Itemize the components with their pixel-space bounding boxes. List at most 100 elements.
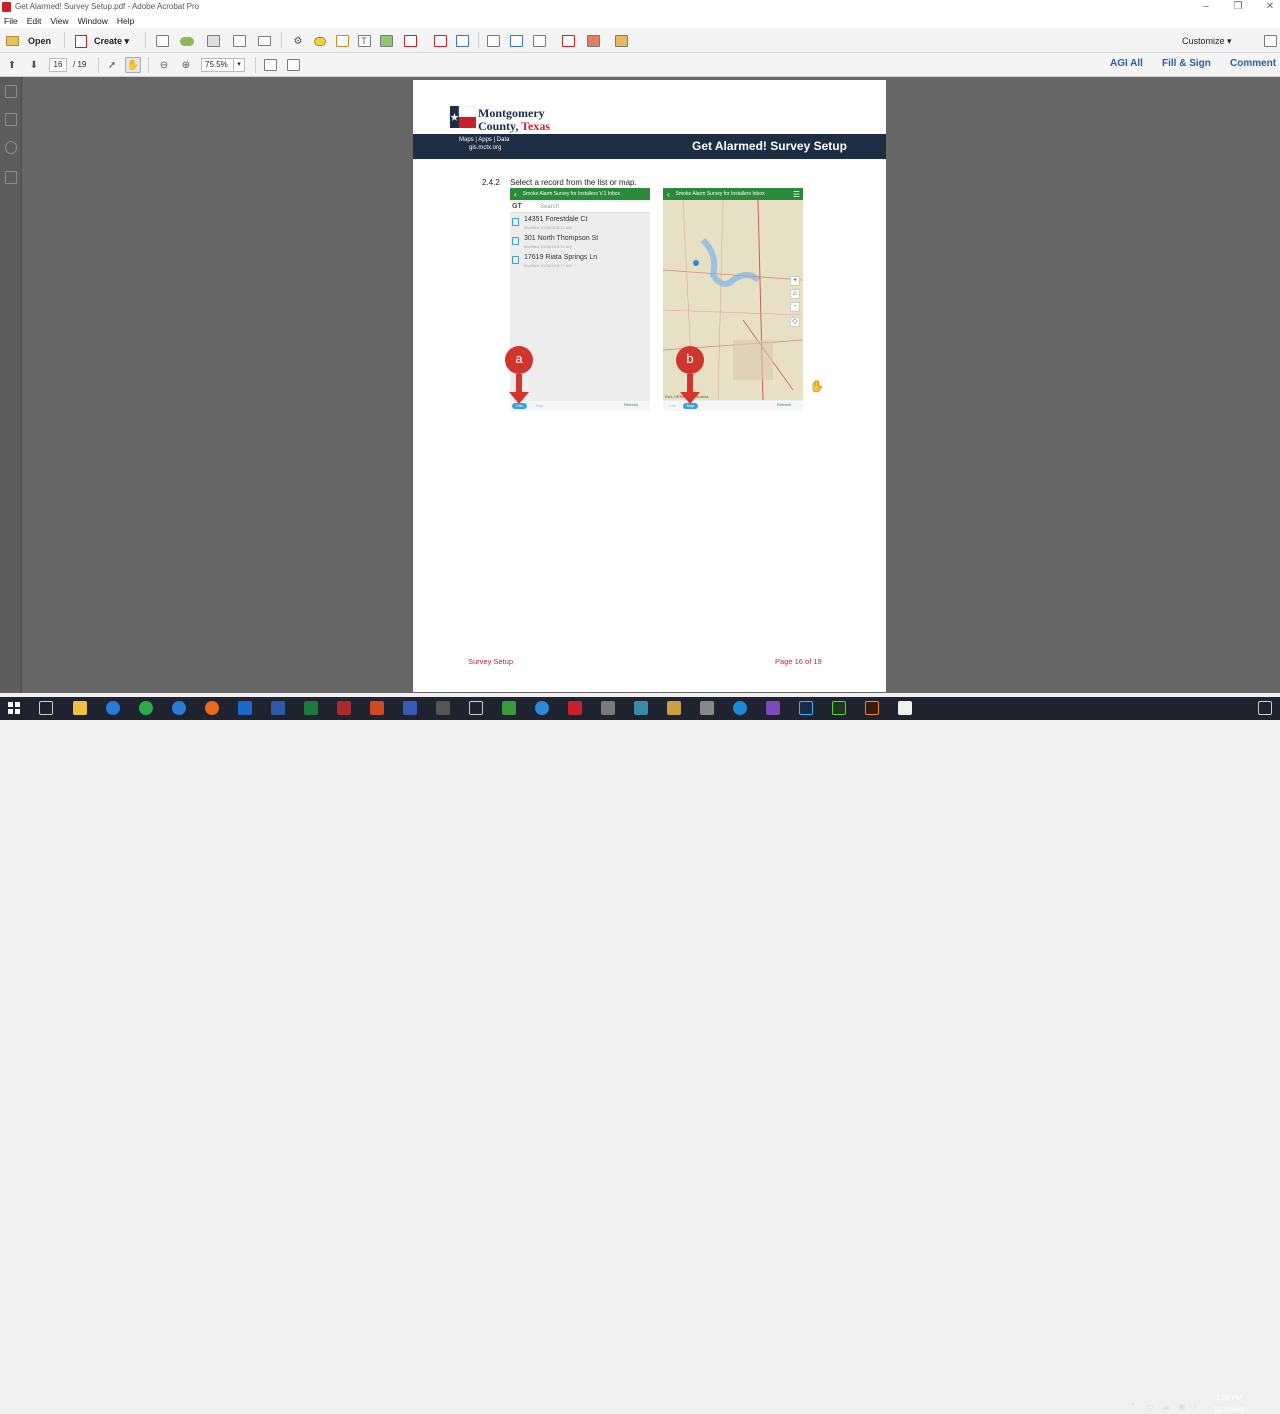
- combine-icon[interactable]: [432, 33, 448, 49]
- create-button[interactable]: Create ▾: [94, 36, 129, 47]
- filezilla-icon[interactable]: [568, 701, 582, 715]
- navigation-toolbar: ⬆ ⬇ 16 / 19 ➚ ✋ ⊖ ⊕ 75.5% ▾ AGI All Fill…: [0, 53, 1280, 77]
- zoom-dropdown-icon[interactable]: ▾: [233, 58, 245, 72]
- photoshop-icon[interactable]: [799, 701, 813, 715]
- expand-icon[interactable]: [1262, 33, 1278, 49]
- firefox-icon[interactable]: [205, 701, 219, 715]
- tools-icon[interactable]: [601, 701, 615, 715]
- file-explorer-icon[interactable]: [73, 701, 87, 715]
- record-icon: [512, 237, 519, 245]
- word-icon[interactable]: [271, 701, 285, 715]
- edge-browser-icon[interactable]: [106, 701, 120, 715]
- windows-start-icon[interactable]: [7, 701, 21, 715]
- attachments-icon[interactable]: [5, 141, 17, 154]
- redact-icon[interactable]: [560, 33, 576, 49]
- list-tab-pill: List: [669, 403, 676, 408]
- maps-app-icon[interactable]: [535, 701, 549, 715]
- excel-icon[interactable]: [304, 701, 318, 715]
- edit-icon[interactable]: [231, 33, 247, 49]
- access-icon[interactable]: [337, 701, 351, 715]
- menu-help[interactable]: Help: [117, 16, 134, 26]
- save-icon[interactable]: [154, 33, 170, 49]
- visio-icon[interactable]: [403, 701, 417, 715]
- email-icon[interactable]: [256, 33, 272, 49]
- create-pdf-icon: [73, 33, 89, 49]
- tray-time[interactable]: 1:08 PM: [1206, 1395, 1252, 1402]
- tray-volume-icon[interactable]: ♪: [1192, 1402, 1196, 1411]
- xml-tool-icon[interactable]: [436, 701, 450, 715]
- zoom-level-input[interactable]: 75.5%: [201, 58, 235, 72]
- acrobat-taskbar-icon[interactable]: [898, 701, 912, 715]
- page-footer-left: Survey Setup: [468, 657, 514, 666]
- select-cursor-icon[interactable]: ➚: [104, 57, 120, 73]
- page-count: / 19: [73, 60, 87, 69]
- remote-desktop-icon[interactable]: [469, 701, 483, 715]
- title-bar: Get Alarmed! Survey Setup.pdf - Adobe Ac…: [0, 0, 1280, 13]
- toolbox-icon[interactable]: [585, 33, 601, 49]
- agi-all-tab[interactable]: AGI All: [1110, 58, 1143, 69]
- image-icon[interactable]: [378, 33, 394, 49]
- page-extract-icon[interactable]: [508, 33, 524, 49]
- menu-window[interactable]: Window: [78, 16, 108, 26]
- stamp-icon[interactable]: [613, 33, 629, 49]
- hand-tool-icon[interactable]: ✋: [125, 57, 141, 73]
- comment-bubble-icon[interactable]: [312, 33, 328, 49]
- layout-icon[interactable]: [531, 33, 547, 49]
- page-number-input[interactable]: 16: [49, 58, 67, 72]
- task-view-icon[interactable]: [39, 701, 53, 715]
- zoom-out-icon[interactable]: ⊖: [156, 57, 172, 73]
- illustrator-icon[interactable]: [865, 701, 879, 715]
- list-item: 14351 Forestdale Ct Modified 10/06/18 8:…: [510, 216, 650, 234]
- menu-file[interactable]: File: [4, 16, 18, 26]
- page-thumbnails-icon[interactable]: [5, 85, 17, 98]
- powerpoint-icon[interactable]: [370, 701, 384, 715]
- bookmarks-icon[interactable]: [5, 113, 17, 126]
- restore-button[interactable]: ❐: [1222, 0, 1254, 13]
- outlook-icon[interactable]: [238, 701, 252, 715]
- tray-date[interactable]: 11/7/2018: [1206, 1407, 1252, 1414]
- tray-onedrive-icon[interactable]: ☁: [1162, 1402, 1170, 1411]
- fit-page-icon[interactable]: [262, 57, 278, 73]
- settings-gear-icon[interactable]: ⚙: [290, 33, 306, 49]
- export-icon[interactable]: [402, 33, 418, 49]
- visual-studio-icon[interactable]: [766, 701, 780, 715]
- open-button[interactable]: Open: [28, 36, 51, 46]
- fit-width-icon[interactable]: [285, 57, 301, 73]
- notifications-icon[interactable]: [1258, 701, 1272, 715]
- catalog-icon[interactable]: [667, 701, 681, 715]
- comment-tab[interactable]: Comment: [1230, 58, 1276, 69]
- cloud-upload-icon[interactable]: [179, 33, 195, 49]
- list-item: 17619 Riata Springs Ln Modified 10/23/18…: [510, 254, 650, 272]
- minimize-button[interactable]: –: [1190, 0, 1222, 13]
- print-icon[interactable]: [205, 33, 221, 49]
- list-footer: List Map Refresh: [510, 401, 650, 411]
- arrow-a-shaft: [516, 374, 522, 394]
- callout-b: b: [676, 346, 704, 374]
- text-box-icon[interactable]: T: [356, 33, 372, 49]
- help-app-icon[interactable]: [733, 701, 747, 715]
- logo-line2: County, Texas: [478, 119, 551, 133]
- list-header: ‹ Smoke Alarm Survey for Installers V.1 …: [510, 188, 650, 200]
- highlight-icon[interactable]: [334, 33, 350, 49]
- fill-sign-tab[interactable]: Fill & Sign: [1162, 58, 1211, 69]
- next-page-icon[interactable]: ⬇: [26, 57, 42, 73]
- tray-monitor-icon[interactable]: ▣: [1178, 1402, 1186, 1411]
- chrome-icon[interactable]: [139, 701, 153, 715]
- internet-explorer-icon[interactable]: [172, 701, 186, 715]
- menu-edit[interactable]: Edit: [27, 16, 42, 26]
- dreamweaver-icon[interactable]: [832, 701, 846, 715]
- tray-chevron-icon[interactable]: ⌃: [1130, 1402, 1137, 1411]
- search-tool-icon[interactable]: [634, 701, 648, 715]
- close-button[interactable]: ✕: [1254, 0, 1280, 13]
- notepad-icon[interactable]: [700, 701, 714, 715]
- menu-view[interactable]: View: [50, 16, 68, 26]
- signatures-icon[interactable]: [5, 171, 17, 184]
- customize-dropdown[interactable]: Customize ▾: [1182, 36, 1232, 47]
- tray-network-icon[interactable]: ▭: [1146, 1402, 1154, 1411]
- arrow-a-head-icon: [509, 392, 529, 404]
- arcgis-icon[interactable]: [502, 701, 516, 715]
- page-search-icon[interactable]: [485, 33, 501, 49]
- previous-page-icon[interactable]: ⬆: [4, 57, 20, 73]
- zoom-in-icon[interactable]: ⊕: [178, 57, 194, 73]
- bookmark-icon[interactable]: [454, 33, 470, 49]
